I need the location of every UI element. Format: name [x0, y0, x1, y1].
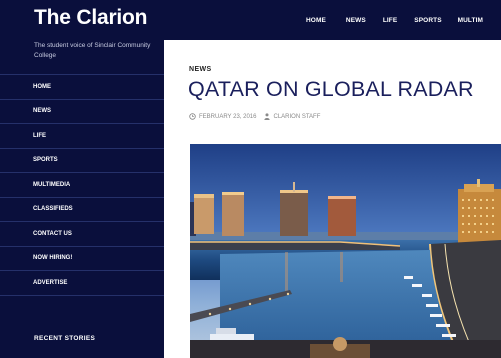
sidebar-item-multimedia[interactable]: MULTIMEDIA — [0, 173, 164, 198]
sidebar-item-news[interactable]: NEWS — [0, 100, 164, 124]
clock-icon — [189, 113, 196, 120]
article-meta: FEBRUARY 23, 2016 CLARION STAFF — [189, 113, 320, 120]
sidebar-item-label: MULTIMEDIA — [33, 181, 71, 188]
sidebar-item-advertise[interactable]: ADVERTISE — [0, 271, 164, 296]
qatar-skyline-photo — [190, 144, 501, 358]
sidebar-item-label: SPORTS — [33, 157, 58, 164]
top-nav: HOME NEWS LIFE SPORTS MULTIM — [306, 17, 483, 24]
article-main: NEWS QATAR ON GLOBAL RADAR FEBRUARY 23, … — [164, 40, 501, 358]
article-category[interactable]: NEWS — [189, 66, 212, 73]
sidebar-item-label: NEWS — [33, 108, 51, 115]
site-title[interactable]: The Clarion — [34, 6, 148, 30]
sidebar-item-classifieds[interactable]: CLASSIFIEDS — [0, 198, 164, 222]
top-nav-news[interactable]: NEWS — [346, 17, 366, 24]
article-title[interactable]: QATAR ON GLOBAL RADAR — [188, 77, 474, 102]
page: The Clarion HOME NEWS LIFE SPORTS MULTIM… — [0, 0, 501, 358]
top-nav-life[interactable]: LIFE — [383, 17, 397, 24]
article-author[interactable]: CLARION STAFF — [264, 113, 320, 120]
sidebar-item-contact-us[interactable]: CONTACT US — [0, 222, 164, 247]
top-nav-multimedia[interactable]: MULTIM — [458, 17, 483, 24]
sidebar-item-label: ADVERTISE — [33, 279, 68, 286]
sidebar-item-label: NOW HIRING! — [33, 255, 73, 262]
sidebar-item-sports[interactable]: SPORTS — [0, 149, 164, 173]
article-date-text: FEBRUARY 23, 2016 — [199, 113, 257, 120]
site-tagline: The student voice of Sinclair Community … — [34, 42, 151, 59]
sidebar-item-home[interactable]: HOME — [0, 75, 164, 100]
article-date[interactable]: FEBRUARY 23, 2016 — [189, 113, 256, 120]
article-featured-image[interactable] — [190, 144, 501, 358]
sidebar-item-label: LIFE — [33, 132, 46, 139]
sidebar-item-life[interactable]: LIFE — [0, 124, 164, 149]
top-nav-home[interactable]: HOME — [306, 17, 326, 24]
article-author-text: CLARION STAFF — [273, 113, 321, 120]
sidebar: The student voice of Sinclair Community … — [0, 40, 164, 358]
site-header: The Clarion HOME NEWS LIFE SPORTS MULTIM — [0, 0, 501, 40]
sidebar-item-label: CLASSIFIEDS — [33, 206, 73, 213]
sidebar-item-now-hiring[interactable]: NOW HIRING! — [0, 247, 164, 271]
sidebar-nav: HOME NEWS LIFE SPORTS MULTIMEDIA CLASSIF… — [0, 74, 164, 296]
sidebar-item-label: CONTACT US — [33, 230, 72, 237]
sidebar-item-label: HOME — [33, 83, 51, 90]
person-icon — [264, 113, 271, 120]
top-nav-sports[interactable]: SPORTS — [414, 17, 441, 24]
recent-stories-heading: RECENT STORIES — [34, 335, 96, 342]
